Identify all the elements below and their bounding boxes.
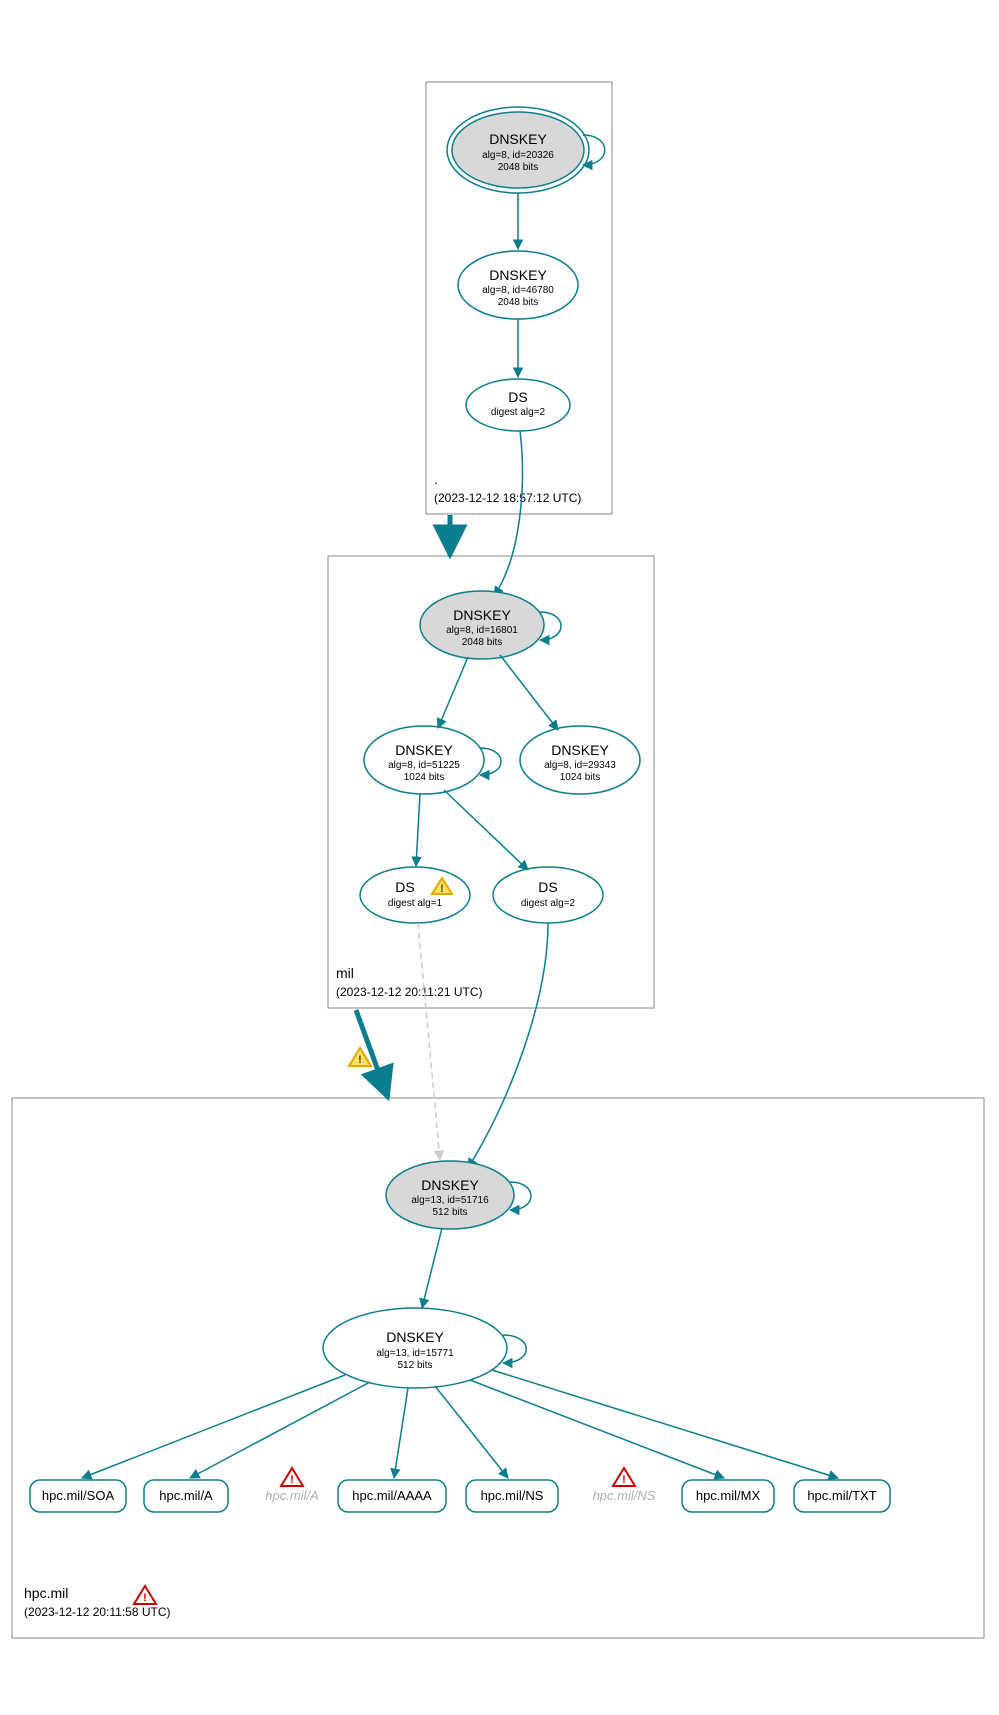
- zone-root-label: .: [434, 471, 438, 487]
- rr-a-insecure: hpc.mil/A !: [265, 1468, 318, 1503]
- edge-milksk-milzsk2: [500, 655, 558, 730]
- svg-text:digest alg=1: digest alg=1: [388, 898, 443, 909]
- svg-text:hpc.mil/SOA: hpc.mil/SOA: [42, 1488, 115, 1503]
- edge-zsk-mx: [470, 1380, 724, 1478]
- svg-text:alg=8, id=46780: alg=8, id=46780: [482, 285, 554, 296]
- svg-text:DNSKEY: DNSKEY: [551, 742, 609, 758]
- svg-text:DS: DS: [508, 389, 527, 405]
- svg-text:digest alg=2: digest alg=2: [491, 407, 546, 418]
- rr-a: hpc.mil/A: [144, 1480, 228, 1512]
- edge-hpcksk-hpczsk: [422, 1228, 442, 1308]
- svg-text:DS: DS: [395, 879, 414, 895]
- svg-text:2048 bits: 2048 bits: [462, 637, 503, 648]
- svg-text:!: !: [290, 1474, 294, 1486]
- error-icon-ns: !: [613, 1468, 635, 1486]
- svg-text:512 bits: 512 bits: [397, 1360, 432, 1371]
- svg-text:DNSKEY: DNSKEY: [386, 1329, 444, 1345]
- edge-zsk-soa: [82, 1375, 345, 1478]
- node-mil-ds2: DS digest alg=2: [493, 867, 603, 923]
- rr-txt: hpc.mil/TXT: [794, 1480, 890, 1512]
- rr-ns: hpc.mil/NS: [466, 1480, 558, 1512]
- node-root-zsk: DNSKEY alg=8, id=46780 2048 bits: [458, 251, 578, 319]
- svg-text:!: !: [143, 1592, 147, 1604]
- svg-text:alg=8, id=16801: alg=8, id=16801: [446, 625, 518, 636]
- edge-zsk-aaaa: [394, 1388, 408, 1478]
- edge-ds2-hpcksk: [468, 923, 548, 1168]
- node-root-ds: DS digest alg=2: [466, 379, 570, 431]
- zone-hpc-label: hpc.mil: [24, 1585, 68, 1601]
- zone-hpc-timestamp: (2023-12-12 20:11:58 UTC): [24, 1605, 171, 1619]
- svg-text:DNSKEY: DNSKEY: [395, 742, 453, 758]
- svg-text:DNSKEY: DNSKEY: [489, 267, 547, 283]
- error-icon-a: !: [281, 1468, 303, 1486]
- node-root-ksk: DNSKEY alg=8, id=20326 2048 bits: [447, 107, 589, 193]
- svg-text:2048 bits: 2048 bits: [498, 297, 539, 308]
- svg-text:DS: DS: [538, 879, 557, 895]
- error-icon-zone-hpc: !: [134, 1586, 156, 1604]
- dnssec-chain-diagram: . (2023-12-12 18:57:12 UTC) DNSKEY alg=8…: [0, 0, 999, 1715]
- node-mil-zsk1: DNSKEY alg=8, id=51225 1024 bits: [364, 726, 484, 794]
- svg-text:hpc.mil/NS: hpc.mil/NS: [481, 1488, 544, 1503]
- rr-mx: hpc.mil/MX: [682, 1480, 774, 1512]
- svg-text:DNSKEY: DNSKEY: [489, 131, 547, 147]
- svg-text:1024 bits: 1024 bits: [560, 772, 601, 783]
- edge-milksk-milzsk1: [438, 657, 468, 728]
- edge-milzsk1-ds1: [416, 794, 420, 866]
- rr-soa: hpc.mil/SOA: [30, 1480, 126, 1512]
- svg-text:hpc.mil/TXT: hpc.mil/TXT: [807, 1488, 876, 1503]
- svg-text:!: !: [358, 1054, 362, 1066]
- node-hpc-zsk: DNSKEY alg=13, id=15771 512 bits: [323, 1308, 507, 1388]
- svg-text:hpc.mil/NS: hpc.mil/NS: [593, 1488, 656, 1503]
- node-hpc-ksk: DNSKEY alg=13, id=51716 512 bits: [386, 1161, 514, 1229]
- svg-text:alg=8, id=51225: alg=8, id=51225: [388, 760, 460, 771]
- svg-text:hpc.mil/AAAA: hpc.mil/AAAA: [352, 1488, 432, 1503]
- edge-ds1-hpcksk-dashed: [418, 923, 440, 1160]
- edge-milzsk1-ds2: [444, 790, 528, 870]
- svg-text:1024 bits: 1024 bits: [404, 772, 445, 783]
- edge-zsk-ns: [435, 1386, 508, 1478]
- svg-text:!: !: [440, 883, 444, 895]
- svg-text:alg=8, id=29343: alg=8, id=29343: [544, 760, 616, 771]
- edge-zsk-txt: [492, 1370, 838, 1478]
- zone-root-timestamp: (2023-12-12 18:57:12 UTC): [434, 491, 581, 505]
- svg-text:DNSKEY: DNSKEY: [421, 1177, 479, 1193]
- svg-text:hpc.mil/MX: hpc.mil/MX: [696, 1488, 761, 1503]
- svg-text:2048 bits: 2048 bits: [498, 162, 539, 173]
- svg-text:alg=13, id=15771: alg=13, id=15771: [376, 1348, 454, 1359]
- svg-text:digest alg=2: digest alg=2: [521, 898, 576, 909]
- svg-text:DNSKEY: DNSKEY: [453, 607, 511, 623]
- rr-aaaa: hpc.mil/AAAA: [338, 1480, 446, 1512]
- node-mil-zsk2: DNSKEY alg=8, id=29343 1024 bits: [520, 726, 640, 794]
- svg-text:alg=8, id=20326: alg=8, id=20326: [482, 150, 554, 161]
- svg-text:512 bits: 512 bits: [432, 1207, 467, 1218]
- zone-mil-timestamp: (2023-12-12 20:11:21 UTC): [336, 985, 483, 999]
- zone-mil-label: mil: [336, 965, 354, 981]
- node-mil-ksk: DNSKEY alg=8, id=16801 2048 bits: [420, 591, 544, 659]
- warning-icon-delegation: !: [349, 1048, 371, 1066]
- edge-zsk-a: [190, 1382, 370, 1478]
- svg-text:alg=13, id=51716: alg=13, id=51716: [411, 1195, 489, 1206]
- rr-ns-insecure: hpc.mil/NS !: [593, 1468, 656, 1503]
- svg-text:!: !: [622, 1474, 626, 1486]
- svg-text:hpc.mil/A: hpc.mil/A: [265, 1488, 318, 1503]
- svg-text:hpc.mil/A: hpc.mil/A: [159, 1488, 213, 1503]
